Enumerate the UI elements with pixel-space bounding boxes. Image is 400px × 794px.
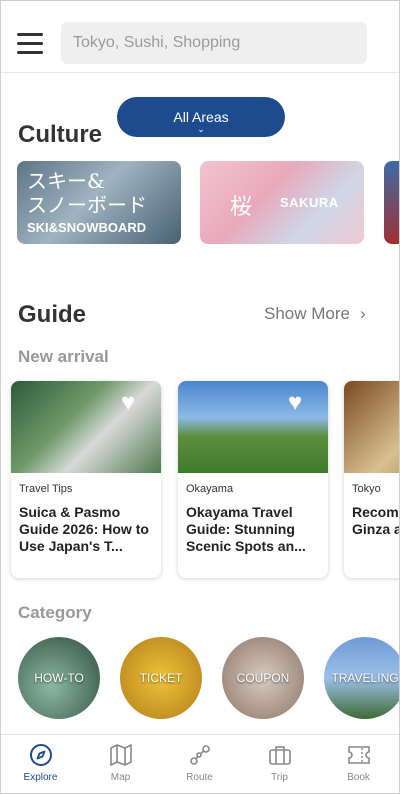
show-more-label: Show More	[264, 304, 350, 323]
guide-card-title: Suica & Pasmo Guide 2026: How to Use Jap…	[19, 504, 149, 554]
area-selector-label: All Areas	[173, 109, 229, 125]
nav-book[interactable]: Book	[319, 735, 398, 793]
category-traveling[interactable]: TRAVELING	[324, 637, 399, 719]
hamburger-menu-icon[interactable]	[17, 33, 45, 55]
nav-route[interactable]: Route	[160, 735, 239, 793]
culture-card-en-label: SAKURA	[280, 195, 339, 210]
search-input[interactable]	[61, 22, 367, 64]
guide-card[interactable]: Tokyo Recom Ramen Ginza a	[344, 381, 399, 578]
new-arrival-label: New arrival	[18, 347, 109, 366]
chevron-right-icon: ›	[359, 304, 366, 323]
nav-explore[interactable]: Explore	[1, 735, 80, 793]
chevron-down-icon: ⌄	[197, 124, 205, 134]
guide-card-tag: Tokyo	[352, 483, 381, 495]
guide-card-tag: Travel Tips	[19, 483, 73, 495]
header	[1, 1, 399, 73]
culture-card-jp-label: スキー& スノーボード	[27, 169, 147, 217]
category-title: Category	[18, 603, 92, 622]
guide-card-title: Okayama Travel Guide: Stunning Scenic Sp…	[186, 504, 306, 554]
app-frame: Culture All Areas ⌄ スキー& スノーボード SKI&SNOW…	[0, 0, 400, 794]
category-how-to[interactable]: HOW-TO	[18, 637, 100, 719]
map-icon	[110, 744, 132, 766]
ticket-icon	[348, 746, 370, 764]
guide-card-image	[344, 381, 399, 473]
nav-map[interactable]: Map	[81, 735, 160, 793]
show-more-link[interactable]: Show More ›	[264, 304, 366, 324]
nav-trip[interactable]: Trip	[240, 735, 319, 793]
category-label: TRAVELING	[331, 671, 399, 685]
nav-label: Book	[347, 772, 370, 783]
guide-card[interactable]: ♥ Okayama Okayama Travel Guide: Stunning…	[178, 381, 328, 578]
ski-jp-text: スキー& スノーボード	[27, 169, 147, 217]
category-label: COUPON	[236, 671, 290, 685]
culture-card-ski[interactable]: スキー& スノーボード SKI&SNOWBOARD	[17, 161, 181, 244]
culture-card-sakura[interactable]: 桜 SAKURA	[200, 161, 364, 244]
nav-label: Map	[110, 772, 131, 783]
route-icon	[190, 745, 210, 765]
area-selector-button[interactable]: All Areas ⌄	[117, 97, 285, 137]
nav-label: Explore	[23, 772, 58, 783]
culture-card-en-label: SKI&SNOWBOARD	[27, 220, 147, 235]
category-ticket[interactable]: TICKET	[120, 637, 202, 719]
guide-card-tag: Okayama	[186, 483, 234, 495]
culture-card-partial[interactable]	[384, 161, 399, 244]
culture-card-jp-label: 桜	[230, 195, 253, 220]
guide-title: Guide	[18, 301, 87, 328]
nav-label: Route	[186, 772, 213, 783]
guide-card-title: Recom Ramen Ginza a	[352, 504, 399, 537]
category-label: TICKET	[139, 671, 183, 685]
category-label: HOW-TO	[34, 671, 84, 685]
compass-icon	[30, 744, 52, 766]
bottom-nav: Explore Map Route Trip Book	[1, 734, 399, 793]
heart-icon[interactable]: ♥	[121, 391, 149, 415]
heart-icon[interactable]: ♥	[288, 391, 316, 415]
nav-label: Trip	[271, 772, 288, 783]
culture-title: Culture	[18, 121, 102, 148]
guide-card[interactable]: ♥ Travel Tips Suica & Pasmo Guide 2026: …	[11, 381, 161, 578]
suitcase-icon	[269, 746, 291, 765]
category-coupon[interactable]: COUPON	[222, 637, 304, 719]
